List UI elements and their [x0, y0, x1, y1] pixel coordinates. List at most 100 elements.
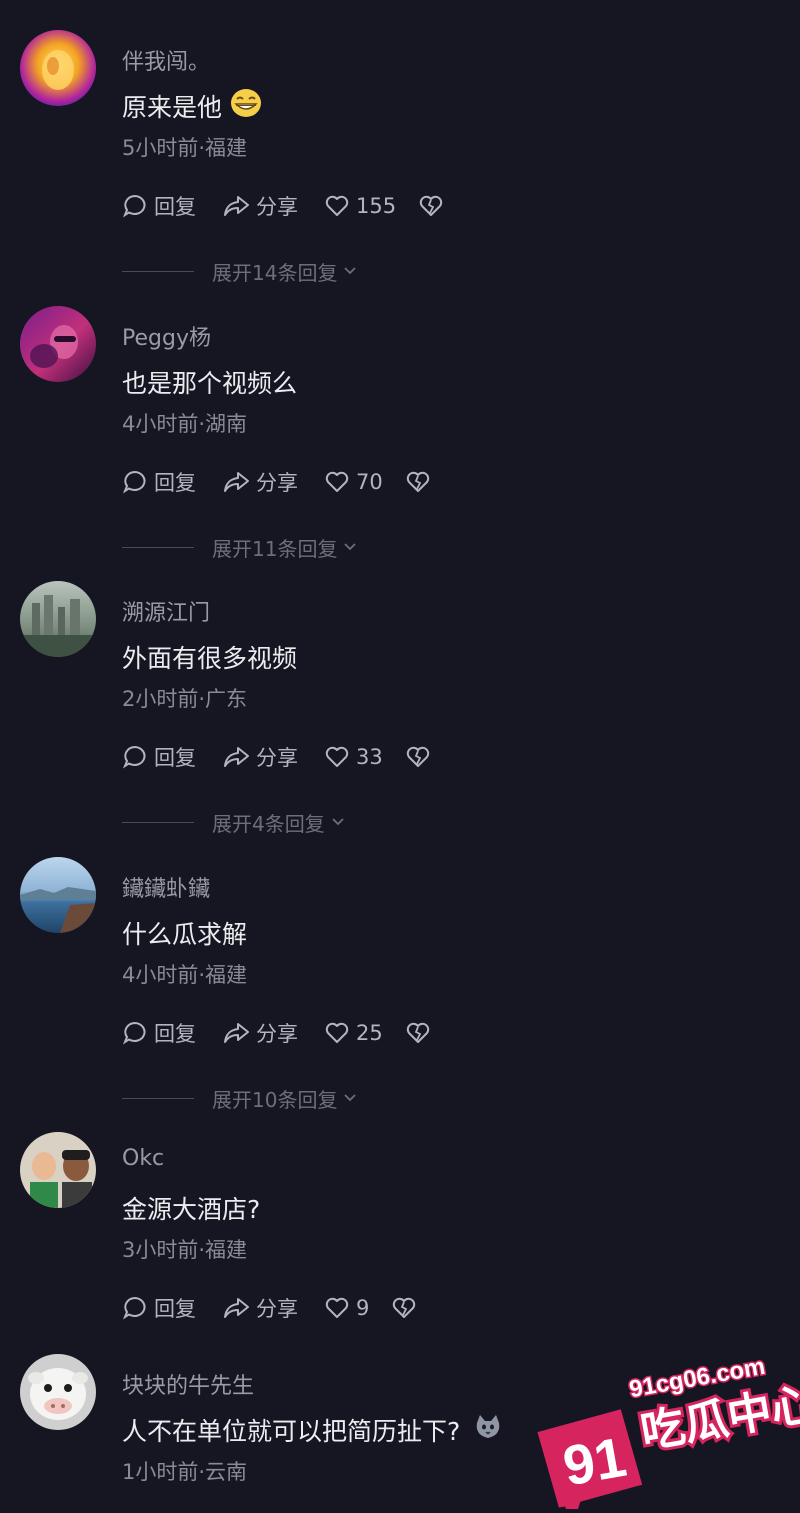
broken-heart-icon	[393, 1297, 416, 1318]
share-icon	[224, 1023, 249, 1043]
comment-meta: 4小时前·湖南	[122, 412, 248, 436]
expand-replies-button[interactable]: 展开4条回复	[122, 807, 345, 837]
dislike-button[interactable]	[405, 745, 437, 769]
share-label: 分享	[256, 471, 298, 495]
reply-icon	[122, 470, 146, 494]
reply-label: 回复	[154, 746, 196, 770]
avatar[interactable]	[20, 30, 96, 106]
comment-item: 伴我闯。 原来是他 5小时前·福建 回复 分享 155 展开14条回复	[0, 28, 800, 285]
comment-text-row: 原来是他	[122, 88, 262, 124]
chevron-down-icon	[344, 543, 357, 551]
reply-label: 回复	[154, 471, 196, 495]
share-icon	[224, 1298, 249, 1318]
dislike-button[interactable]	[391, 1296, 423, 1320]
share-button[interactable]: 分享	[222, 1293, 298, 1323]
top-fade	[0, 0, 800, 14]
comment-text-row: 什么瓜求解	[122, 915, 247, 951]
avatar[interactable]	[20, 306, 96, 382]
reply-label: 回复	[154, 1297, 196, 1321]
comment-actions: 回复 分享 70	[122, 462, 463, 502]
heart-icon	[325, 471, 349, 492]
comment-username[interactable]: 伴我闯。	[122, 44, 210, 76]
chevron-down-icon	[332, 818, 344, 826]
comment-text: 金源大酒店?	[122, 1195, 261, 1224]
comment-text: 也是那个视频么	[122, 369, 298, 398]
comment-text: 原来是他	[122, 93, 223, 122]
reply-icon	[122, 1296, 146, 1320]
reply-button[interactable]: 回复	[122, 742, 196, 772]
comment-text-row: 金源大酒店?	[122, 1190, 260, 1226]
like-button[interactable]: 33	[324, 745, 383, 769]
divider-line	[122, 270, 194, 272]
share-label: 分享	[256, 746, 298, 770]
expand-replies-button[interactable]: 展开14条回复	[122, 256, 357, 286]
comment-text-row: 也是那个视频么	[122, 364, 297, 400]
site-watermark: 91 91cg06.com 吃瓜中心	[528, 1340, 800, 1513]
avatar[interactable]	[20, 857, 96, 933]
grin-face-icon	[230, 88, 262, 124]
expand-replies-button[interactable]: 展开11条回复	[122, 532, 357, 562]
like-count: 155	[356, 194, 397, 218]
comment-username[interactable]: 鑶鑶虲鑶	[122, 871, 210, 903]
comment-text: 人不在单位就可以把简历扯下?	[122, 1417, 461, 1446]
comment-meta: 5小时前·福建	[122, 136, 248, 160]
share-button[interactable]: 分享	[222, 467, 298, 497]
like-button[interactable]: 25	[324, 1021, 383, 1045]
share-icon	[224, 747, 249, 767]
comment-meta: 2小时前·广东	[122, 687, 248, 711]
heart-icon	[325, 746, 349, 767]
expand-replies-button[interactable]: 展开10条回复	[122, 1083, 357, 1113]
reply-button[interactable]: 回复	[122, 467, 196, 497]
share-label: 分享	[256, 1297, 298, 1321]
like-button[interactable]: 9	[324, 1296, 369, 1320]
broken-heart-icon	[419, 195, 443, 216]
reply-button[interactable]: 回复	[122, 191, 196, 221]
comment-item: 鑶鑶虲鑶 什么瓜求解 4小时前·福建 回复 分享 25 展开10条回复	[0, 855, 800, 1112]
heart-icon	[325, 1022, 349, 1043]
comment-text-row: 外面有很多视频	[122, 639, 297, 675]
chevron-down-icon	[344, 267, 357, 275]
share-icon	[224, 196, 249, 216]
avatar[interactable]	[20, 1132, 96, 1208]
divider-line	[122, 1097, 194, 1099]
share-icon	[224, 472, 249, 492]
share-button[interactable]: 分享	[222, 1018, 298, 1048]
broken-heart-icon	[406, 746, 429, 767]
reply-button[interactable]: 回复	[122, 1293, 196, 1323]
like-button[interactable]: 70	[324, 470, 383, 494]
comment-item: Okc 金源大酒店? 3小时前·福建 回复 分享 9	[0, 1130, 800, 1360]
comment-username[interactable]: Peggy杨	[122, 320, 211, 352]
avatar[interactable]	[20, 1354, 96, 1430]
dislike-button[interactable]	[405, 470, 437, 494]
like-button[interactable]: 155	[324, 194, 396, 218]
comment-actions: 回复 分享 25	[122, 1013, 463, 1053]
comment-username[interactable]: 块块的牛先生	[122, 1368, 254, 1400]
reply-label: 回复	[154, 1022, 196, 1046]
comment-text: 外面有很多视频	[122, 644, 298, 673]
dislike-button[interactable]	[418, 194, 450, 218]
reply-icon	[122, 745, 146, 769]
avatar[interactable]	[20, 581, 96, 657]
comment-text-row: 人不在单位就可以把简历扯下?	[122, 1412, 502, 1448]
comment-username[interactable]: Okc	[122, 1146, 164, 1171]
dislike-button[interactable]	[405, 1021, 437, 1045]
comment-item: Peggy杨 也是那个视频么 4小时前·湖南 回复 分享 70 展开11条回复	[0, 304, 800, 561]
broken-heart-icon	[406, 1022, 429, 1043]
divider-line	[122, 821, 194, 823]
share-button[interactable]: 分享	[222, 191, 298, 221]
comment-actions: 回复 分享 9	[122, 1288, 449, 1328]
share-button[interactable]: 分享	[222, 742, 298, 772]
broken-heart-icon	[406, 471, 429, 492]
comment-meta: 1小时前·云南	[122, 1460, 248, 1484]
expand-replies-label: 展开10条回复	[212, 1087, 338, 1112]
comment-actions: 回复 分享 33	[122, 737, 463, 777]
chevron-down-icon	[344, 1094, 357, 1102]
comment-actions: 回复 分享 155	[122, 186, 476, 226]
cat-face-icon	[474, 1413, 502, 1447]
expand-replies-label: 展开14条回复	[212, 260, 338, 285]
reply-icon	[122, 194, 146, 218]
reply-button[interactable]: 回复	[122, 1018, 196, 1048]
comment-username[interactable]: 溯源江门	[122, 595, 210, 627]
comment-meta: 4小时前·福建	[122, 963, 248, 987]
expand-replies-label: 展开11条回复	[212, 536, 338, 561]
